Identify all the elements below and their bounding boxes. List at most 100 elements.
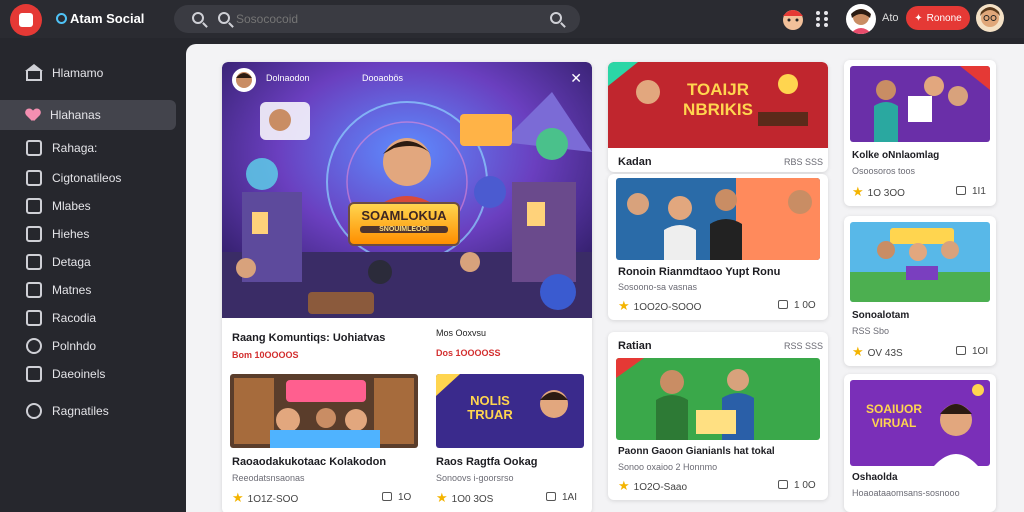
sidebar-item-10[interactable]: Daeoinels [0, 359, 176, 389]
sidebar-item-7[interactable]: Matnes [0, 275, 176, 305]
card-c5-likes[interactable]: 1OI [956, 346, 988, 357]
star-icon: ★ [852, 344, 864, 359]
user-avatar[interactable] [846, 4, 876, 34]
live-button[interactable]: ✦ Ronone [906, 6, 970, 30]
like-icon [778, 480, 788, 489]
brand-label: Atam Social [70, 11, 145, 26]
card-c2-likes[interactable]: 1 0O [778, 300, 816, 311]
heart-icon [26, 109, 40, 122]
sidebar-item-label: Racodia [52, 311, 97, 325]
main-content: Dolnaodon Dooaobös ✕ SOAMLOKUA SNOUIMLEO… [186, 44, 1024, 512]
card-c7-image[interactable]: NOLIS TRUAR [436, 374, 584, 448]
card-c1[interactable]: TOAIJR NBRIKIS Kadan RBS SSS [608, 62, 828, 172]
star-icon: ★ [436, 490, 448, 505]
card-c3-subtitle[interactable]: Paonn Gaoon Gianianls hat tokal [618, 446, 775, 457]
card-c2[interactable]: Ronoin Rianmdtaoo Yupt Ronu Sosoono‑sa v… [608, 174, 828, 320]
card-c3-title[interactable]: Ratian [618, 340, 652, 352]
hero-side-meta: Dos 1OOOOSS [436, 348, 501, 358]
sidebar-item-active[interactable]: Hlahanas [0, 100, 176, 130]
card-c6-meta: Hoaoataaomsans‑sosnooo [852, 488, 960, 498]
sidebar-item-3[interactable]: Cigtonatileos [0, 163, 176, 193]
star-icon: ★ [618, 478, 630, 493]
card-c3[interactable]: Ratian RSS SSS Paonn Gaoon Gianianls hat… [608, 332, 828, 500]
card-c3-likes[interactable]: 1 0O [778, 480, 816, 491]
card-c5[interactable]: Sonoalotam RSS Sbo ★ OV 43S 1OI [844, 216, 996, 366]
profile-avatar[interactable] [976, 4, 1004, 32]
store-scene-illustration [230, 374, 418, 448]
card-c8-image[interactable] [230, 374, 418, 448]
card-c8-likes[interactable]: 1O [382, 492, 411, 503]
card-c3-image[interactable] [616, 358, 820, 440]
sidebar-item-8[interactable]: Racodia [0, 303, 176, 333]
sidebar-item-label: Detaga [52, 255, 91, 269]
hero-title[interactable]: Raang Komuntiqs: Uohiatvas [232, 332, 385, 344]
card-c4[interactable]: Kolke oNnlaomlag Osoosoros toos ★ 1O 3OO … [844, 60, 996, 206]
search-bar[interactable] [174, 5, 580, 33]
card-c2-image[interactable] [616, 178, 820, 260]
card-c5-likes-text: 1OI [972, 346, 989, 357]
search-icon[interactable] [192, 12, 204, 24]
sidebar-item-11[interactable]: Ragnatiles [0, 396, 176, 426]
card-c5-rating: ★ OV 43S [852, 344, 903, 360]
hero-card[interactable]: Dolnaodon Dooaobös ✕ SOAMLOKUA SNOUIMLEO… [222, 62, 592, 512]
card-c6[interactable]: SOAIUOR VIRUAL Oshaolda Hoaoataaomsans‑s… [844, 374, 996, 512]
search-submit-icon[interactable] [550, 12, 562, 24]
card-c7-title[interactable]: Raos Ragtfa Ookag [436, 456, 537, 468]
card-c1-image[interactable]: TOAIJR NBRIKIS [608, 62, 828, 148]
sidebar-item-label: Daeoinels [52, 367, 106, 381]
settings-icon [26, 403, 42, 419]
card-c1-title[interactable]: Kadan [618, 156, 652, 168]
sidebar-item-label: Rahaga: [52, 141, 98, 155]
sidebar-item-5[interactable]: Hiehes [0, 219, 176, 249]
header-small-label: Ato [882, 12, 899, 24]
sidebar-item-label: Ragnatiles [52, 404, 109, 418]
top-bar: Atam Social Ato ✦Ronone [0, 0, 1024, 38]
card-c5-meta: RSS Sbo [852, 326, 890, 336]
sidebar-item-label: Hiehes [52, 227, 90, 241]
card-c4-meta: Osoosoros toos [852, 166, 916, 176]
card-c4-likes[interactable]: 1I1 [956, 186, 986, 197]
hero-image[interactable]: Dolnaodon Dooaobös ✕ SOAMLOKUA SNOUIMLEO… [222, 62, 592, 318]
card-c3-meta: RSS SSS [784, 341, 824, 351]
brand-name[interactable]: Atam Social [56, 11, 144, 26]
hero-meta: Bom 10OOOOS [232, 350, 299, 360]
group-photo-illustration [616, 178, 820, 260]
card-c3-submeta: Sonoo oxaioo 2 Honnmo [618, 462, 718, 472]
like-icon [546, 492, 556, 501]
sidebar-item-2[interactable]: Rahaga: [0, 133, 176, 163]
card-c2-meta: Sosoono‑sa vasnas [618, 282, 698, 292]
channel-avatar[interactable] [232, 68, 256, 92]
search-input[interactable] [236, 11, 516, 27]
card-c7-likes[interactable]: 1AI [546, 492, 577, 503]
card-c2-rating: ★ 1OO2O‑SOOO [618, 298, 701, 314]
search-filter-icon[interactable] [218, 12, 230, 24]
card-c6-image[interactable]: SOAIUOR VIRUAL [850, 380, 990, 466]
sidebar-item-4[interactable]: Mlabes [0, 191, 176, 221]
box-icon [26, 198, 42, 214]
sidebar-item-home[interactable]: Hlamamo [0, 58, 176, 88]
page-icon [26, 226, 42, 242]
card-c7-overlay: NOLIS TRUAR [467, 393, 513, 422]
card-c5-image[interactable] [850, 222, 990, 302]
star-icon: ★ [852, 184, 864, 199]
card-c8-title[interactable]: Raoaodakukotaac Kolakodon [232, 456, 386, 468]
hero-side-meta-text: Dos 1OOOOSS [436, 348, 501, 358]
home-icon [25, 63, 43, 81]
card-c4-title[interactable]: Kolke oNnlaomlag [852, 150, 939, 161]
sidebar-item-9[interactable]: Polnhdo [0, 331, 176, 361]
card-c6-title[interactable]: Oshaolda [852, 472, 898, 483]
card-c2-title[interactable]: Ronoin Rianmdtaoo Yupt Ronu [618, 266, 780, 278]
card-c5-title[interactable]: Sonoalotam [852, 310, 909, 321]
app-logo[interactable] [10, 4, 42, 36]
card-c2-rating-text: 1OO2O‑SOOO [633, 302, 702, 313]
sidebar-item-6[interactable]: Detaga [0, 247, 176, 277]
classroom-illustration [850, 66, 990, 142]
grid-menu-icon[interactable] [815, 11, 829, 27]
card-c4-image[interactable] [850, 66, 990, 142]
mascot-avatar[interactable] [780, 4, 806, 32]
close-icon[interactable]: ✕ [570, 70, 582, 87]
sidebar: Hlamamo Hlahanas Rahaga: Cigtonatileos M… [0, 44, 184, 512]
like-icon [956, 186, 966, 195]
mascot-icon [783, 10, 803, 30]
card-c3-rating: ★ 1O2O‑Saao [618, 478, 687, 494]
